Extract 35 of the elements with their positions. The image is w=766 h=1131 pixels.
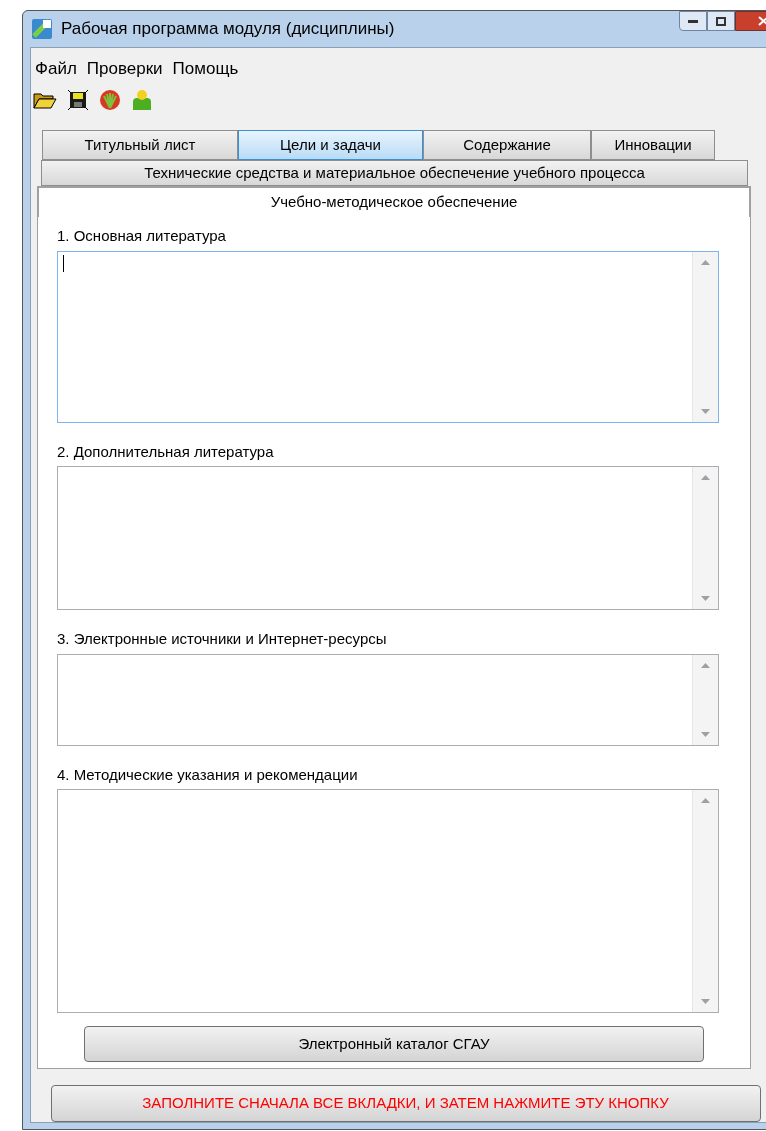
- tab[interactable]: Цели и задачи: [238, 130, 423, 160]
- text-area[interactable]: [57, 653, 719, 746]
- window-title: Рабочая программа модуля (дисциплины): [61, 18, 395, 41]
- scroll-up-icon[interactable]: [701, 662, 710, 668]
- section-label: 1. Основная литература: [57, 226, 227, 246]
- tab[interactable]: Инновации: [591, 130, 715, 160]
- scroll-up-icon[interactable]: [701, 475, 710, 480]
- minimize-button[interactable]: [679, 11, 707, 31]
- folder-icon[interactable]: [33, 90, 57, 110]
- shell-icon[interactable]: [99, 89, 121, 111]
- close-icon: [757, 16, 766, 26]
- floppy-disk-icon[interactable]: [67, 89, 89, 111]
- maximize-icon: [716, 16, 726, 26]
- scroll-up-icon[interactable]: [701, 259, 710, 265]
- section-label: 3. Электронные источники и Интернет-ресурсы: [57, 629, 388, 649]
- section-label: 2. Дополнительная литература: [57, 441, 275, 462]
- tab[interactable]: Учебно-методическое обеспечение: [38, 187, 750, 217]
- scroll-up-icon[interactable]: [701, 798, 710, 803]
- menu-item[interactable]: Файл: [35, 56, 77, 82]
- menu-item[interactable]: Проверки: [86, 56, 163, 82]
- user-icon[interactable]: [131, 88, 153, 112]
- menu-item[interactable]: Помощь: [172, 56, 239, 82]
- tab[interactable]: Содержание: [423, 130, 591, 160]
- scroll-down-icon[interactable]: [701, 731, 710, 737]
- text-cursor: [63, 254, 64, 272]
- tab[interactable]: Титульный лист: [42, 130, 238, 160]
- section-label: 4. Методические указания и рекомендации: [57, 764, 359, 785]
- scroll-down-icon[interactable]: [701, 408, 710, 414]
- scroll-down-icon[interactable]: [701, 999, 710, 1004]
- maximize-button[interactable]: [707, 11, 735, 31]
- tab[interactable]: Технические средства и материальное обеспечение учебного процесса: [41, 160, 748, 186]
- app-icon: [31, 18, 53, 40]
- minimize-icon: [688, 19, 698, 23]
- scroll-down-icon[interactable]: [701, 596, 710, 601]
- catalog-button[interactable]: Электронный каталог СГАУ: [84, 1026, 704, 1062]
